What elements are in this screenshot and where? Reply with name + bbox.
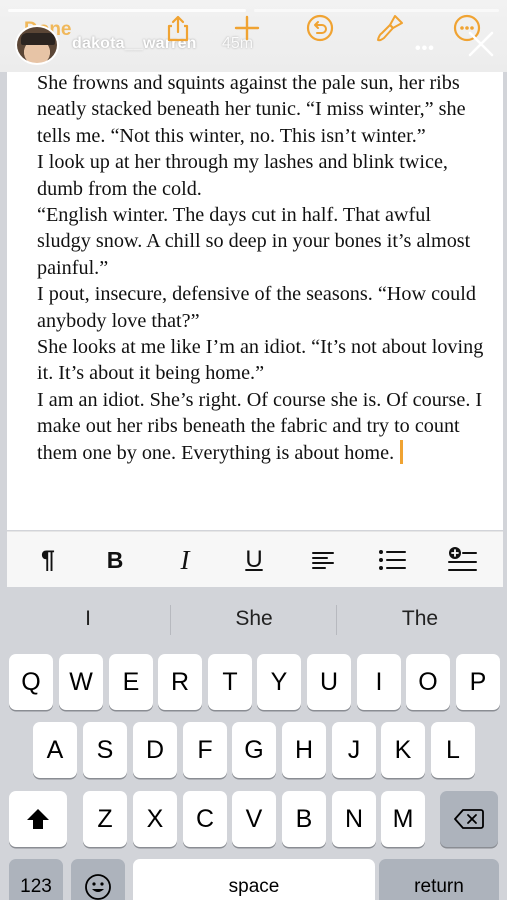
document-text[interactable]: She frowns and squints against the pale … — [37, 70, 489, 466]
share-icon[interactable] — [163, 13, 193, 43]
text-cursor — [400, 439, 404, 464]
numbers-key[interactable]: 123 — [9, 859, 63, 900]
key-n[interactable]: N — [332, 791, 376, 847]
emoji-key[interactable] — [71, 859, 125, 900]
key-j[interactable]: J — [332, 722, 376, 778]
space-key[interactable]: space — [133, 859, 375, 900]
avatar[interactable] — [15, 25, 59, 65]
story-more-icon[interactable]: ••• — [415, 40, 435, 58]
key-s[interactable]: S — [83, 722, 127, 778]
key-f[interactable]: F — [183, 722, 227, 778]
suggestion[interactable]: The — [337, 607, 503, 631]
suggestion[interactable]: She — [171, 607, 337, 631]
key-p[interactable]: P — [456, 654, 500, 710]
underline-button[interactable]: U — [236, 542, 272, 578]
predictive-bar: I She The — [0, 587, 507, 651]
emoji-icon — [85, 874, 111, 900]
suggestion[interactable]: I — [5, 607, 171, 631]
key-m[interactable]: M — [381, 791, 425, 847]
shift-icon — [27, 809, 49, 829]
key-g[interactable]: G — [232, 722, 276, 778]
key-c[interactable]: C — [183, 791, 227, 847]
bold-button[interactable]: B — [97, 542, 133, 578]
key-x[interactable]: X — [133, 791, 177, 847]
paragraph: “English winter. The days cut in half. T… — [37, 204, 471, 279]
story-progress-segment — [8, 9, 246, 12]
add-icon[interactable] — [232, 13, 262, 43]
key-w[interactable]: W — [59, 654, 103, 710]
return-key[interactable]: return — [379, 859, 499, 900]
italic-button[interactable]: I — [167, 542, 203, 578]
story-progress-segment — [254, 9, 499, 12]
insert-button[interactable] — [444, 542, 480, 578]
undo-icon[interactable] — [305, 13, 335, 43]
backspace-icon — [454, 809, 484, 829]
paragraph: I pout, insecure, defensive of the seaso… — [37, 283, 476, 332]
bulleted-list-icon — [379, 550, 406, 570]
delete-key[interactable] — [440, 791, 498, 847]
key-l[interactable]: L — [431, 722, 475, 778]
key-y[interactable]: Y — [257, 654, 301, 710]
shift-key[interactable] — [9, 791, 67, 847]
key-e[interactable]: E — [109, 654, 153, 710]
key-r[interactable]: R — [158, 654, 202, 710]
brush-icon[interactable] — [375, 13, 405, 43]
key-v[interactable]: V — [232, 791, 276, 847]
paragraph-text: I am an idiot. She’s right. Of course sh… — [37, 388, 483, 464]
align-left-button[interactable] — [305, 542, 341, 578]
document-editor[interactable]: She frowns and squints against the pale … — [7, 60, 503, 530]
key-i[interactable]: I — [357, 654, 401, 710]
format-toolbar: ¶ B I U — [7, 531, 503, 587]
story-header: Done dakota__warren 45m ••• — [0, 0, 507, 72]
key-b[interactable]: B — [282, 791, 326, 847]
paragraph: She looks at me like I’m an idiot. “It’s… — [37, 336, 484, 385]
key-t[interactable]: T — [208, 654, 252, 710]
paragraph: She frowns and squints against the pale … — [37, 72, 466, 147]
insert-plus-icon — [448, 547, 477, 571]
key-z[interactable]: Z — [83, 791, 127, 847]
close-icon[interactable] — [464, 27, 498, 61]
key-a[interactable]: A — [33, 722, 77, 778]
key-u[interactable]: U — [307, 654, 351, 710]
key-k[interactable]: K — [381, 722, 425, 778]
key-d[interactable]: D — [133, 722, 177, 778]
paragraph-style-button[interactable]: ¶ — [30, 542, 66, 578]
paragraph: I look up at her through my lashes and b… — [37, 151, 448, 200]
paragraph-last: I am an idiot. She’s right. Of course sh… — [37, 387, 489, 466]
key-o[interactable]: O — [406, 654, 450, 710]
bulleted-list-button[interactable] — [374, 542, 410, 578]
key-q[interactable]: Q — [9, 654, 53, 710]
align-left-icon — [312, 552, 334, 569]
key-h[interactable]: H — [282, 722, 326, 778]
keyboard: I She The Q W E R T Y U I O P A S D F G … — [0, 587, 507, 900]
